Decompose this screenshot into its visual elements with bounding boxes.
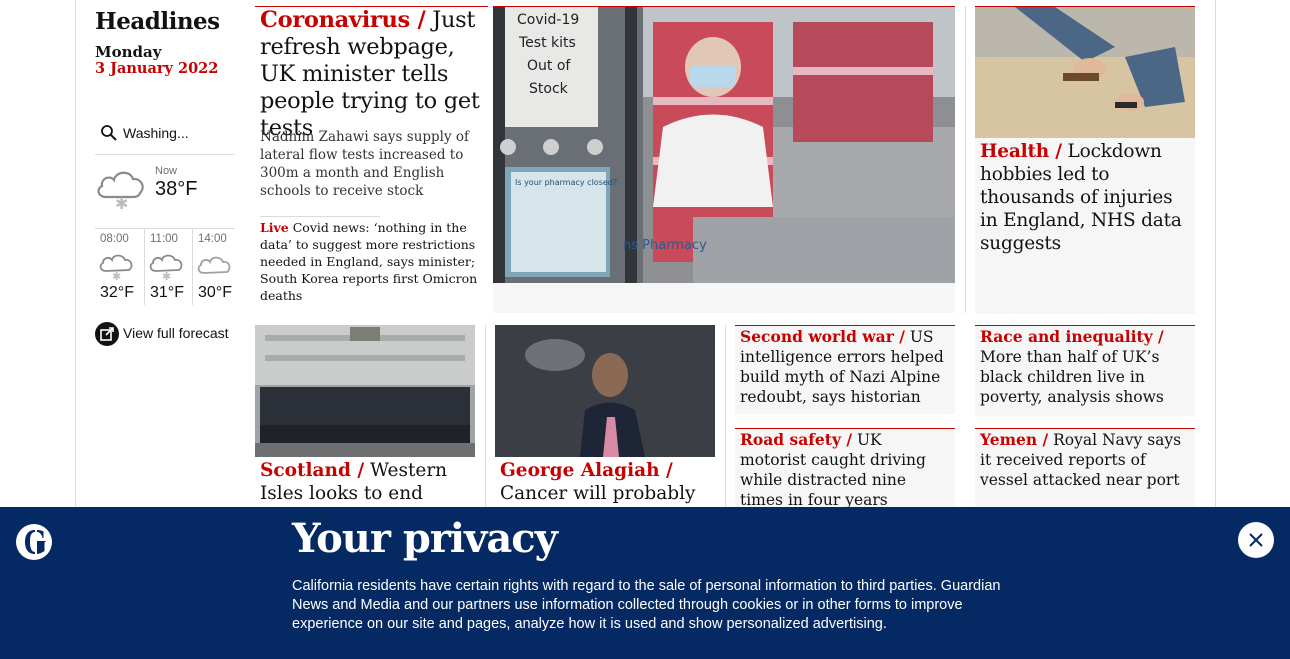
weather-location: Washing... [123, 125, 189, 141]
alagiah-story-title: Cancer will probably [500, 483, 696, 504]
portrait-photo [495, 325, 715, 457]
road-safety-story[interactable]: Road safety / UK motorist caught driving… [735, 428, 955, 519]
section-title[interactable]: Headlines [95, 8, 220, 35]
svg-text:✱: ✱ [115, 194, 128, 211]
close-icon [1249, 533, 1263, 547]
ww2-story-headline[interactable]: Second world war / US intelligence error… [740, 327, 952, 407]
column-divider [965, 6, 966, 313]
alagiah-story-kicker: George Alagiah / [500, 460, 673, 481]
hourly-temp: 32°F [100, 284, 134, 301]
privacy-banner: Your privacy California residents have c… [0, 507, 1290, 659]
view-forecast-label: View full forecast [123, 325, 229, 341]
hourly-item: 08:00 ✱ 32°F [95, 229, 141, 305]
scotland-story-image [255, 325, 475, 457]
health-story[interactable]: Health / Lockdown hobbies led to thousan… [975, 6, 1195, 314]
health-story-image [975, 7, 1195, 138]
weather-now-label: Now [155, 165, 178, 177]
alagiah-story-headline[interactable]: George Alagiah / Cancer will probably [500, 459, 712, 505]
yemen-story[interactable]: Yemen / Royal Navy says it received repo… [975, 428, 1195, 509]
main-story-image[interactable]: Covid-19 Test kits Out of Stock Is your … [493, 6, 955, 284]
sleet-cloud-icon: ✱ [97, 171, 144, 211]
cloud-icon [197, 256, 231, 274]
main-story-standfirst: Nadhim Zahawi says supply of lateral flo… [260, 129, 470, 199]
live-blog-link[interactable]: Live Covid news: ‘nothing in the data’ t… [260, 219, 482, 304]
privacy-text: California residents have certain rights… [292, 578, 1001, 632]
sign-line-1: Covid-19 [517, 12, 579, 28]
hourly-item: 14:00 30°F [192, 229, 239, 305]
alagiah-story-image [495, 325, 715, 457]
divider [260, 216, 380, 217]
weather-location-search[interactable]: Washing... [95, 120, 235, 155]
close-button[interactable] [1238, 522, 1274, 558]
group-photo [255, 325, 475, 457]
poster-text: Is your pharmacy closed? [515, 178, 617, 187]
hourly-time: 14:00 [198, 233, 227, 245]
main-story-headline[interactable]: Coronavirus / Just refresh webpage, UK m… [260, 7, 490, 142]
woodwork-photo [975, 7, 1195, 138]
guardian-g-logo [16, 524, 52, 560]
date-full: 3 January 2022 [95, 60, 219, 77]
sleet-cloud-icon: ✱ [149, 254, 183, 281]
search-icon [101, 125, 117, 141]
road-safety-story-headline[interactable]: Road safety / UK motorist caught driving… [740, 430, 952, 510]
svg-text:✱: ✱ [112, 270, 121, 281]
live-blog-title: Covid news: ‘nothing in the data’ to sug… [260, 220, 478, 303]
main-story-kicker: Coronavirus / [260, 7, 426, 33]
race-story-headline[interactable]: Race and inequality / More than half of … [980, 327, 1192, 407]
weather-now-temp: 38°F [155, 178, 198, 200]
live-badge: Live [260, 220, 289, 235]
privacy-title: Your privacy [292, 515, 558, 562]
health-story-kicker: Health / [980, 141, 1062, 162]
external-link-icon [95, 322, 119, 346]
race-story[interactable]: Race and inequality / More than half of … [975, 325, 1195, 416]
hourly-time: 08:00 [100, 233, 129, 245]
scotland-story-headline[interactable]: Scotland / Western Isles looks to end [260, 459, 472, 505]
hourly-temp: 30°F [198, 284, 232, 301]
sign-line-4: Stock [529, 81, 569, 97]
pharmacy-photo: Covid-19 Test kits Out of Stock Is your … [493, 7, 955, 284]
main-story-footer [493, 283, 955, 313]
main-story[interactable]: Coronavirus / Just refresh webpage, UK m… [255, 6, 488, 314]
yemen-story-kicker: Yemen / [980, 430, 1049, 449]
ww2-story[interactable]: Second world war / US intelligence error… [735, 325, 955, 414]
column-divider [725, 325, 726, 515]
race-story-title: More than half of UK’s black children li… [980, 348, 1164, 406]
hourly-temp: 31°F [150, 284, 184, 301]
date-day: Monday [95, 43, 162, 61]
scotland-story-kicker: Scotland / [260, 460, 365, 481]
sign-line-3: Out of [527, 58, 571, 74]
race-story-kicker: Race and inequality / [980, 327, 1164, 346]
sleet-cloud-icon: ✱ [99, 254, 133, 281]
hourly-item: 11:00 ✱ 31°F [144, 229, 191, 305]
ww2-story-kicker: Second world war / [740, 327, 905, 346]
sign-line-2: Test kits [518, 35, 576, 51]
yemen-story-headline[interactable]: Yemen / Royal Navy says it received repo… [980, 430, 1192, 490]
svg-text:✱: ✱ [162, 270, 171, 281]
column-divider [485, 325, 486, 515]
hourly-time: 11:00 [150, 233, 178, 245]
road-safety-story-kicker: Road safety / [740, 430, 853, 449]
hourly-forecast: 08:00 ✱ 32°F 11:00 ✱ 31°F 14:00 30°F [95, 228, 235, 305]
health-story-headline[interactable]: Health / Lockdown hobbies led to thousan… [980, 140, 1190, 255]
pharmacy-brand-text: ns Pharmacy [623, 238, 707, 253]
